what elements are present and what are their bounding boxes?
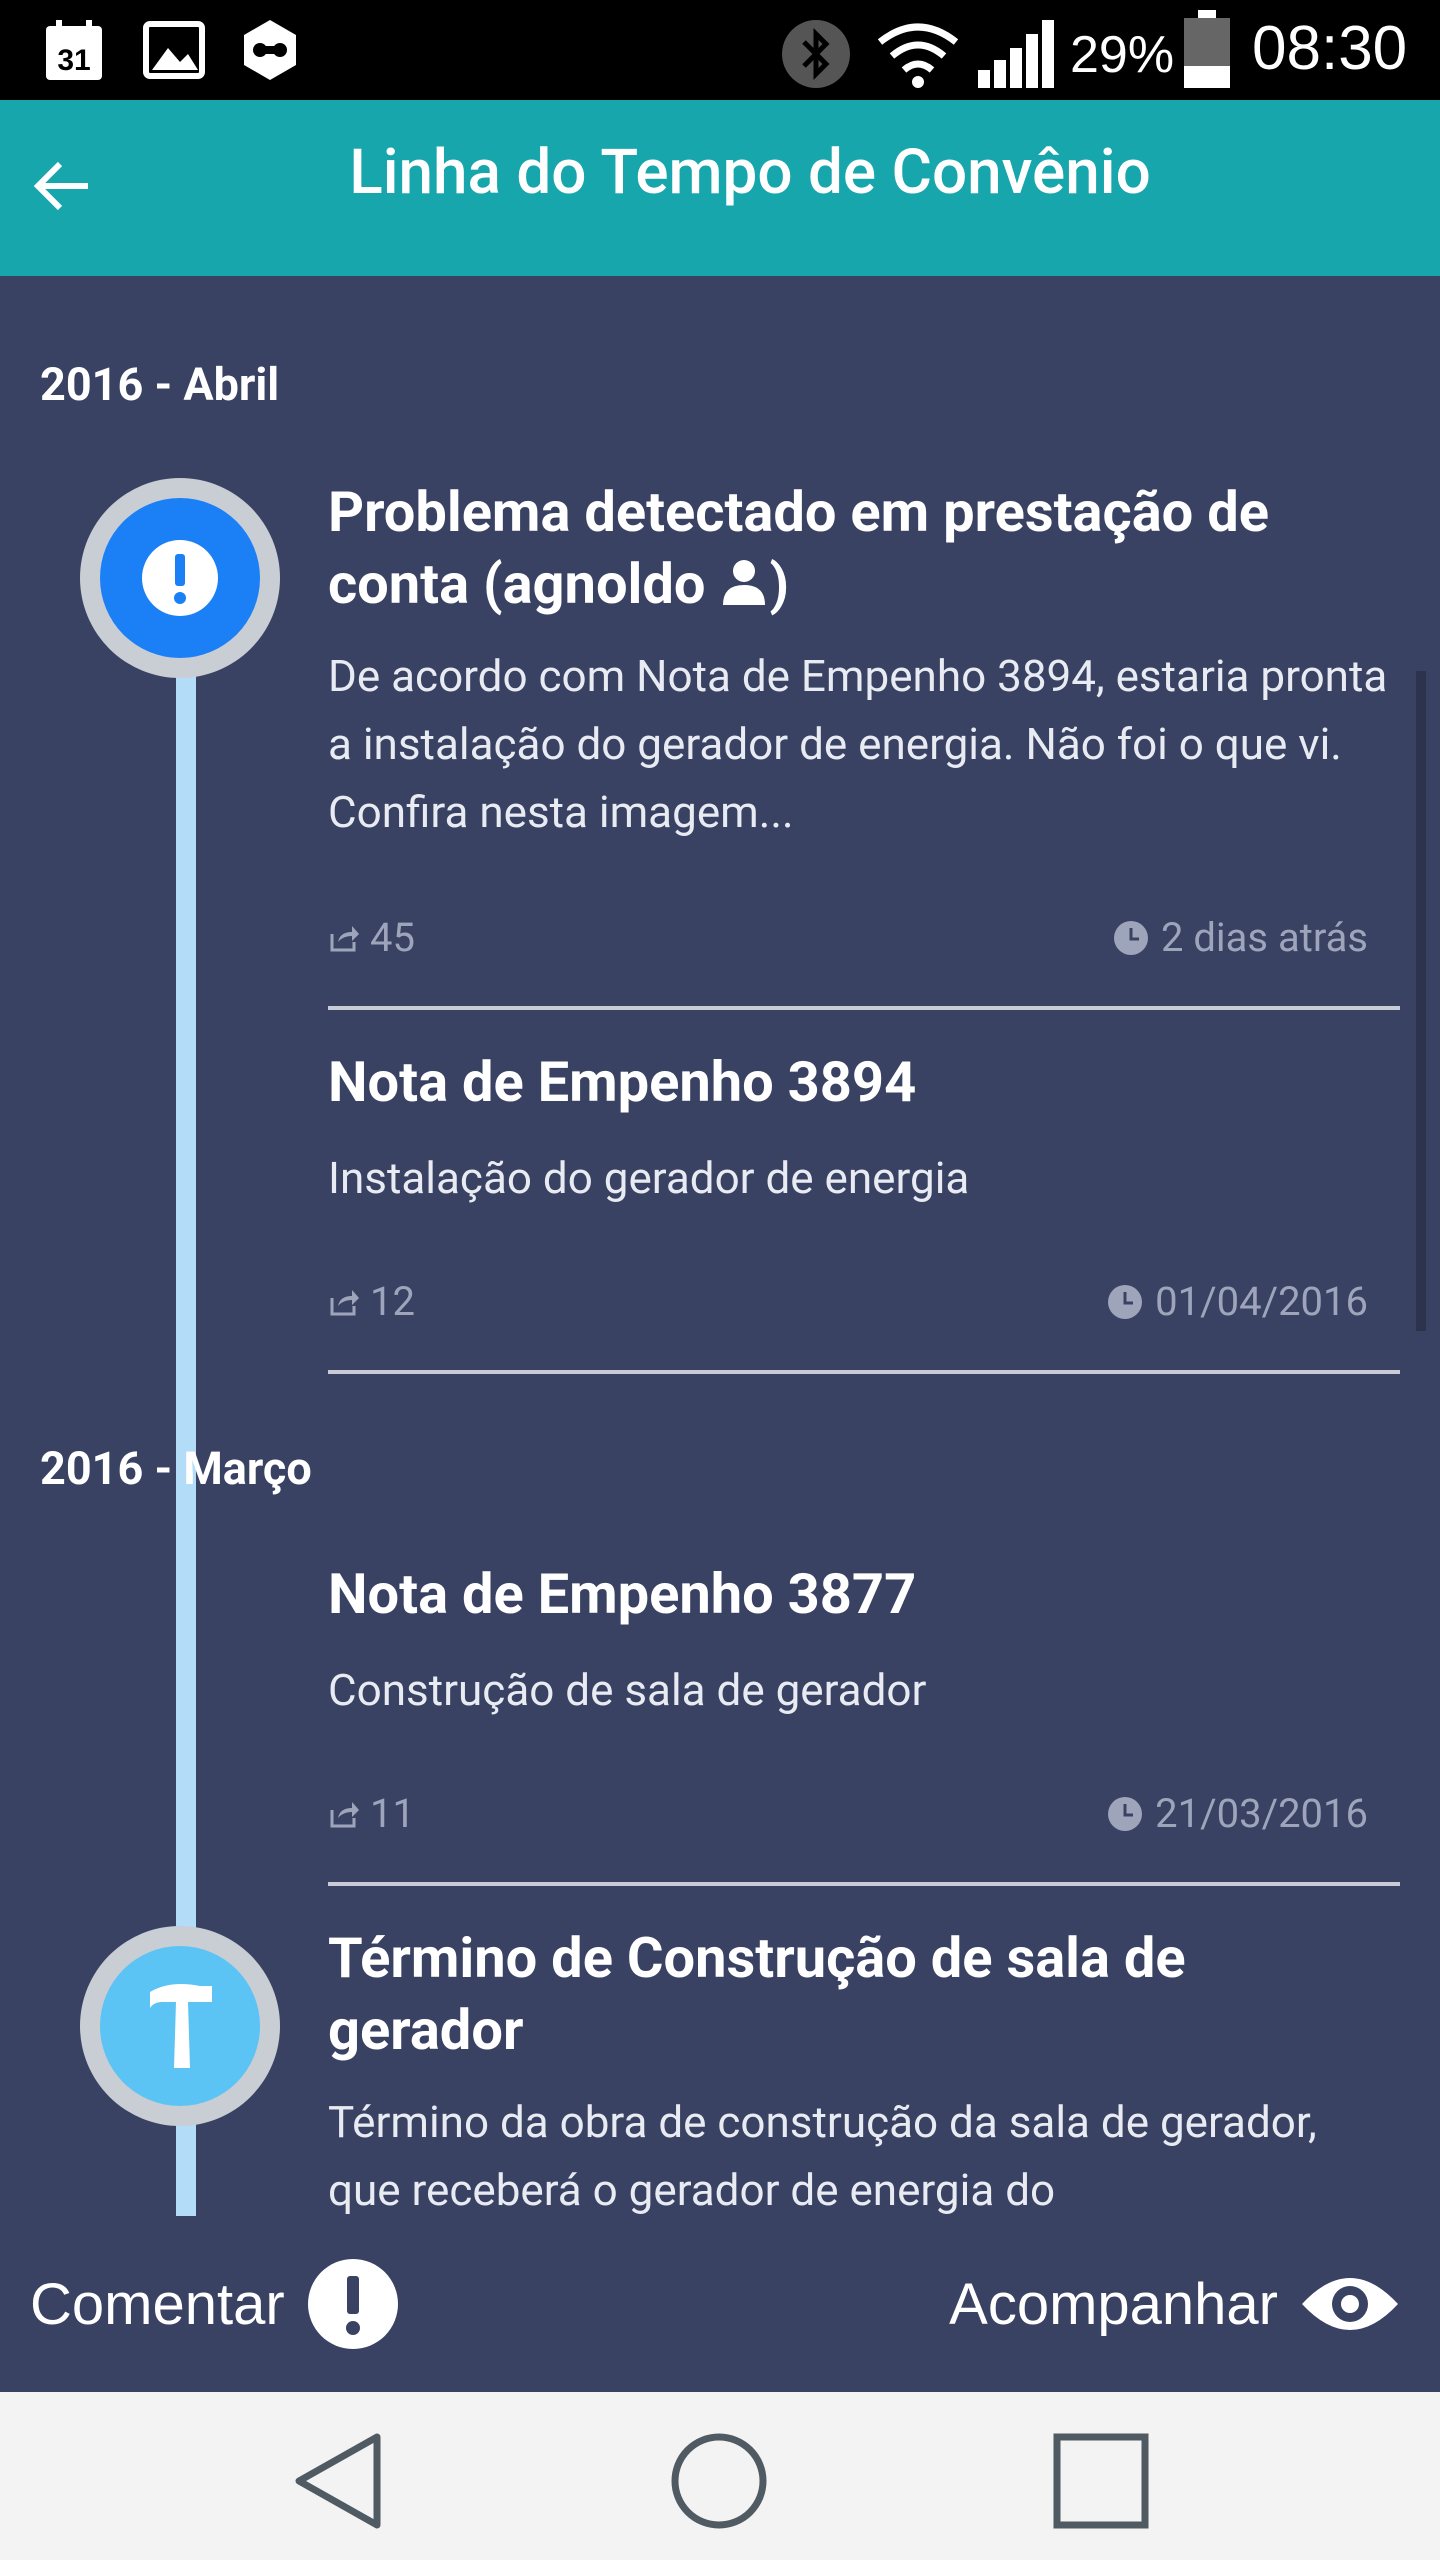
entry-time: 01/04/2016 xyxy=(1107,1278,1368,1325)
entry-description: Instalação do gerador de energia xyxy=(328,1152,970,1204)
divider xyxy=(328,1370,1400,1374)
person-icon xyxy=(723,560,766,605)
nav-recents-button[interactable] xyxy=(1046,2426,1156,2536)
entry-title: Problema detectado em prestação de conta… xyxy=(328,479,1269,617)
page-title: Linha do Tempo de Convênio xyxy=(349,136,1151,209)
hammer-icon xyxy=(150,1984,212,2068)
share-icon xyxy=(330,1801,359,1827)
divider xyxy=(328,1882,1400,1886)
entry-description: De acordo com Nota de Empenho 3894, esta… xyxy=(328,650,1388,838)
app-bar: Linha do Tempo de Convênio xyxy=(0,100,1440,276)
nav-home-button[interactable] xyxy=(664,2426,774,2536)
triangle-back-icon xyxy=(295,2433,381,2529)
clock: 08:30 xyxy=(1252,14,1408,83)
bluetooth-icon xyxy=(780,18,852,94)
divider xyxy=(328,1006,1400,1010)
entry-time: 21/03/2016 xyxy=(1107,1790,1368,1837)
entry-meta: 11 21/03/2016 xyxy=(328,1790,1368,1840)
clock-icon xyxy=(1113,920,1148,955)
wifi-icon xyxy=(876,18,960,94)
timeline-entry[interactable]: Nota de Empenho 3894 Instalação do gerad… xyxy=(328,1046,1400,1212)
share-count[interactable]: 45 xyxy=(328,914,415,961)
timeline-list[interactable]: 2016 - Abril Problema detectado em prest… xyxy=(0,276,1440,2216)
scrollbar[interactable] xyxy=(1416,671,1426,1331)
share-icon xyxy=(330,1289,359,1315)
entry-title: Nota de Empenho 3877 xyxy=(328,1561,917,1627)
app-notification-icon xyxy=(238,18,302,86)
entry-description: Construção de sala de gerador xyxy=(328,1664,927,1716)
entry-meta: 45 2 dias atrás xyxy=(328,914,1368,964)
entry-time: 2 dias atrás xyxy=(1113,914,1368,961)
battery-icon xyxy=(1182,10,1232,94)
month-header: 2016 - Abril xyxy=(40,358,280,411)
action-bar: Comentar Acompanhar xyxy=(0,2216,1440,2392)
battery-percent: 29% xyxy=(1070,26,1175,84)
entry-title: Nota de Empenho 3894 xyxy=(328,1049,917,1115)
timeline-entry[interactable]: Término de Construção de sala de gerador… xyxy=(328,1922,1400,2216)
calendar-icon: 31 xyxy=(42,18,106,86)
entry-meta: 12 01/04/2016 xyxy=(328,1278,1368,1328)
gallery-icon xyxy=(142,18,206,86)
eye-icon xyxy=(1302,2278,1398,2330)
system-nav-bar xyxy=(0,2392,1440,2560)
follow-label: Acompanhar xyxy=(949,2271,1278,2337)
clock-icon xyxy=(1108,1796,1143,1831)
exclamation-icon xyxy=(307,2259,398,2349)
comment-button[interactable]: Comentar xyxy=(30,2248,399,2360)
status-bar: 31 29% 08:30 xyxy=(0,0,1440,100)
timeline-line xyxy=(176,576,196,1674)
square-recents-icon xyxy=(1053,2433,1149,2529)
month-header: 2016 - Março xyxy=(40,1442,312,1495)
calendar-day: 31 xyxy=(57,44,90,77)
share-count[interactable]: 11 xyxy=(328,1790,415,1837)
signal-icon xyxy=(976,18,1060,94)
comment-label: Comentar xyxy=(30,2271,285,2337)
clock-icon xyxy=(1108,1284,1143,1319)
alert-node xyxy=(80,478,280,678)
share-count[interactable]: 12 xyxy=(328,1278,415,1325)
circle-home-icon xyxy=(671,2433,767,2529)
nav-back-button[interactable] xyxy=(284,2426,394,2536)
timeline-entry[interactable]: Nota de Empenho 3877 Construção de sala … xyxy=(328,1558,1400,1724)
entry-title: Término de Construção de sala de gerador xyxy=(328,1925,1186,2063)
entry-description: Término da obra de construção da sala de… xyxy=(328,2096,1317,2216)
follow-button[interactable]: Acompanhar xyxy=(949,2248,1400,2360)
timeline-entry[interactable]: Problema detectado em prestação de conta… xyxy=(328,476,1400,846)
exclamation-icon xyxy=(142,540,218,616)
share-icon xyxy=(330,925,359,951)
construction-node xyxy=(80,1926,280,2126)
